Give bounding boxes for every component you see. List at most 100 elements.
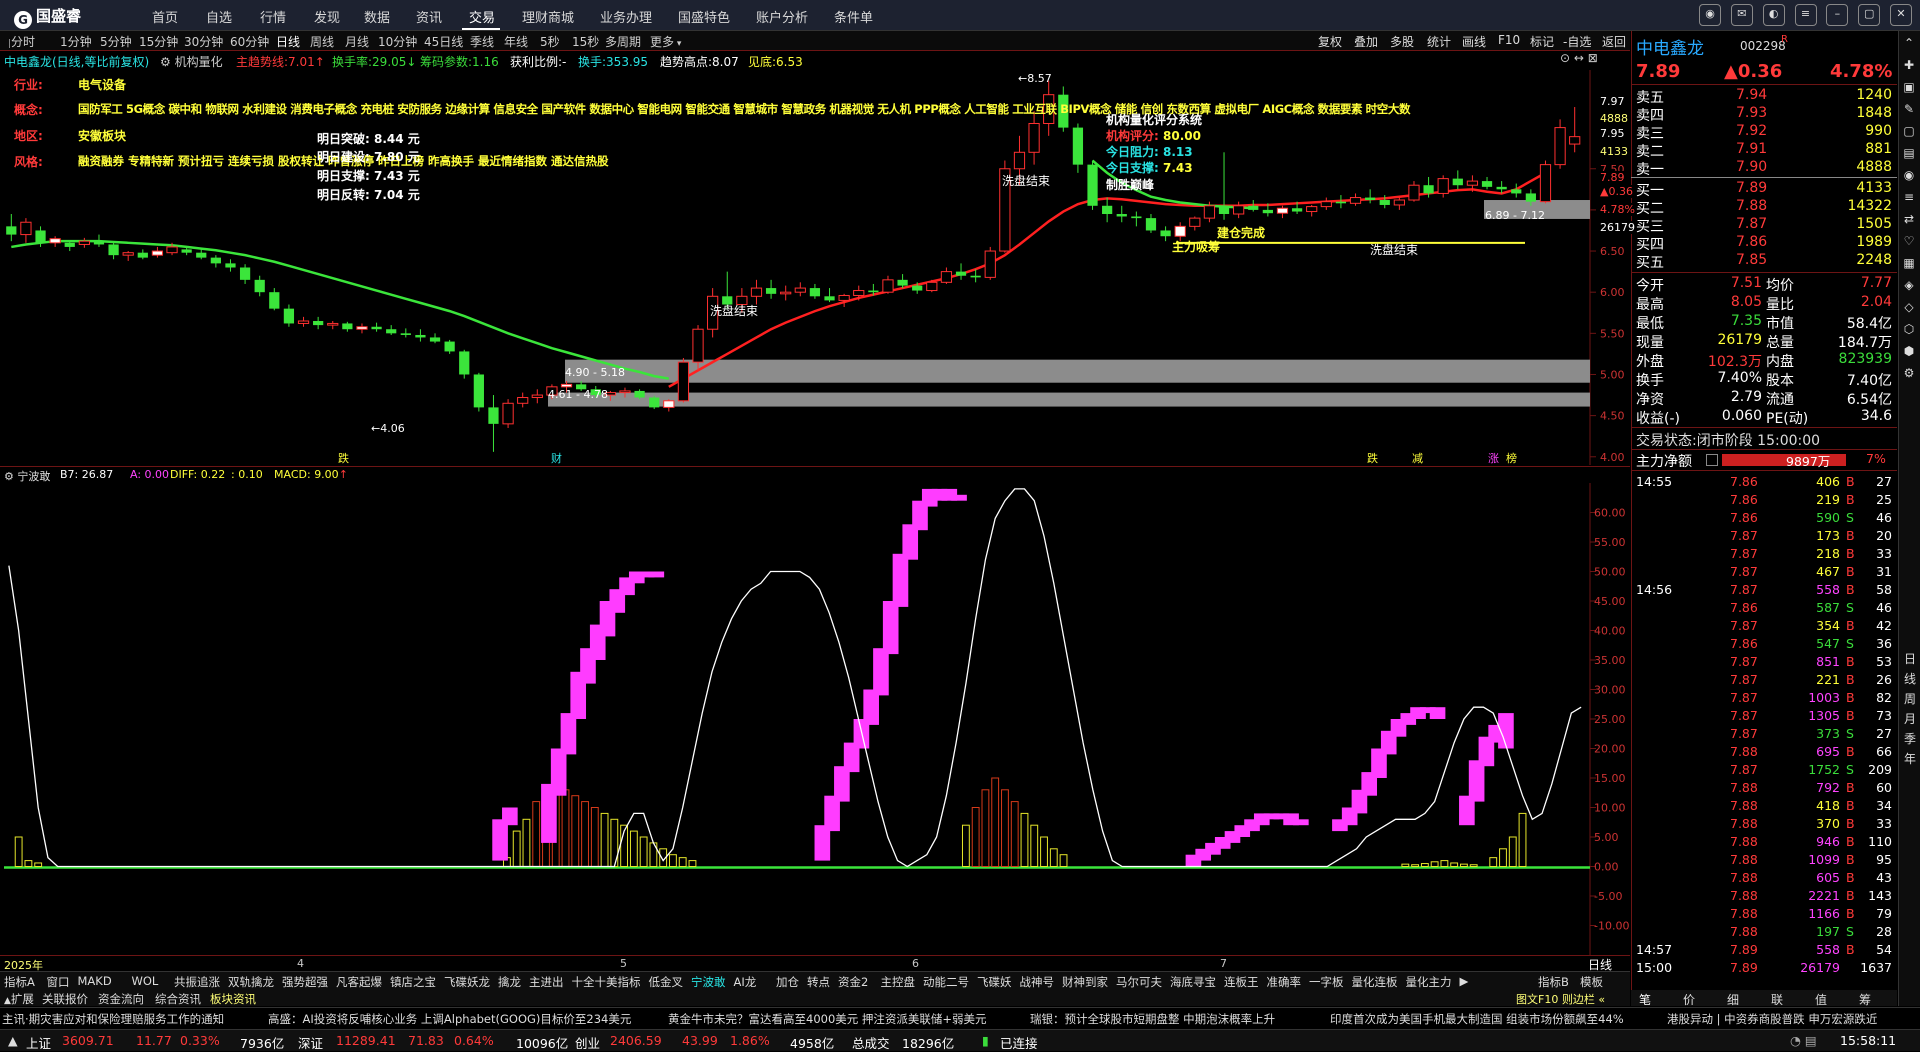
tool-back[interactable]: 返回 — [1602, 33, 1626, 50]
tool-f10[interactable]: F10 — [1498, 33, 1520, 47]
period-30min[interactable]: 30分钟 — [184, 33, 223, 50]
indicator-tab[interactable]: 主进出 — [529, 974, 564, 990]
period-1min[interactable]: 1分钟 — [60, 33, 92, 50]
indicator-tab[interactable]: 准确率 — [1267, 974, 1302, 990]
flow-toggle-icon[interactable] — [1706, 454, 1718, 466]
menu-icon[interactable]: ≡ — [1794, 4, 1817, 26]
indicator-tab[interactable]: 主控盘 — [881, 974, 916, 990]
tool-remove-watch[interactable]: -自选 — [1563, 33, 1591, 50]
app-logo[interactable]: G 国盛睿 — [14, 5, 81, 29]
indicator-tab[interactable]: WOL — [132, 974, 159, 988]
connection-status[interactable]: 已连接 — [1000, 1033, 1038, 1052]
nav-home[interactable]: 首页 — [152, 7, 178, 26]
side-tool-icon[interactable]: ◈ — [1902, 278, 1916, 292]
indicator-tab[interactable]: 窗口 — [47, 974, 70, 990]
ask-row[interactable]: 卖一 7.90 4888 — [1636, 159, 1896, 178]
side-tool-icon[interactable]: ⬢ — [1902, 344, 1916, 358]
quote-tab[interactable]: 值 — [1815, 991, 1827, 1008]
period-multi[interactable]: 多周期 — [605, 33, 641, 50]
close-icon[interactable]: ✕ — [1890, 4, 1912, 26]
news-item[interactable]: 主讯·期灾害应对和保险理赔服务工作的通知 — [2, 1011, 224, 1027]
period-5min[interactable]: 5分钟 — [100, 33, 132, 50]
f10-toggle[interactable]: 图文F10 则边栏 « — [1516, 991, 1605, 1007]
nav-business[interactable]: 业务办理 — [600, 7, 652, 26]
ask-row[interactable]: 卖四 7.93 1848 — [1636, 105, 1896, 124]
side-tool-icon[interactable]: ⚙ — [1902, 366, 1916, 380]
nav-conditional-order[interactable]: 条件单 — [834, 7, 873, 26]
indicator-tab[interactable]: 十全十美指标 — [572, 974, 641, 990]
nav-account-analysis[interactable]: 账户分析 — [756, 7, 808, 26]
period-45day[interactable]: 45日线 — [424, 33, 463, 50]
ask-row[interactable]: 卖五 7.94 1240 — [1636, 87, 1896, 106]
indicator-tab[interactable]: 飞碟妖 — [977, 974, 1012, 990]
nav-news[interactable]: 资讯 — [416, 7, 442, 26]
news-item[interactable]: 港股异动 | 中资券商股普跌 申万宏源跌近 — [1667, 1011, 1877, 1027]
indicator-tab[interactable]: MAKD — [78, 974, 112, 988]
news-item[interactable]: 印度首次成为美国手机最大制造国 组装市场份额飙至44% — [1330, 1011, 1624, 1027]
bid-row[interactable]: 买一 7.89 4133 — [1636, 180, 1896, 199]
indicator-tab[interactable]: 擒龙 — [498, 974, 521, 990]
side-tool-icon[interactable]: ✚ — [1902, 58, 1916, 72]
quote-tab[interactable]: 细 — [1727, 991, 1739, 1008]
period-10min[interactable]: 10分钟 — [378, 33, 417, 50]
quote-tab[interactable]: 笔 — [1639, 991, 1651, 1008]
indicator-tab[interactable]: 镇店之宝 — [390, 974, 436, 990]
side-tool-icon[interactable]: ▣ — [1902, 80, 1916, 94]
side-tool-icon[interactable]: ⌃ — [1902, 36, 1916, 50]
nav-data[interactable]: 数据 — [364, 7, 390, 26]
nav-features[interactable]: 国盛特色 — [678, 7, 730, 26]
quote-tab[interactable]: 价 — [1683, 991, 1695, 1008]
bid-row[interactable]: 买四 7.86 1989 — [1636, 234, 1896, 253]
tab-sector-news[interactable]: 板块资讯 — [210, 991, 256, 1007]
tab-related-quotes[interactable]: 关联报价 — [42, 991, 88, 1007]
side-period-label[interactable]: 年 — [1903, 750, 1917, 767]
nav-quotes[interactable]: 行情 — [260, 7, 286, 26]
indicator-settings[interactable]: ⚙ 宁波敢 — [4, 468, 50, 484]
period-weekly[interactable]: 周线 — [310, 33, 334, 50]
indicator-tab[interactable]: 财神到家 — [1062, 974, 1108, 990]
indicator-tab[interactable]: AI龙 — [734, 974, 757, 990]
message-icon[interactable]: ◉ — [1699, 4, 1722, 26]
bid-row[interactable]: 买三 7.87 1505 — [1636, 216, 1896, 235]
side-period-label[interactable]: 日 — [1903, 650, 1917, 667]
period-15min[interactable]: 15分钟 — [139, 33, 178, 50]
indicator-tab[interactable]: 低金叉 — [649, 974, 684, 990]
nav-discover[interactable]: 发现 — [314, 7, 340, 26]
nav-wealth-mall[interactable]: 理财商城 — [522, 7, 574, 26]
side-tool-icon[interactable]: ≡ — [1902, 190, 1916, 204]
side-period-label[interactable]: 线 — [1903, 670, 1917, 687]
indicator-tab[interactable]: 量化连板 — [1352, 974, 1398, 990]
period-5sec[interactable]: 5秒 — [540, 33, 560, 50]
indicator-tab[interactable]: ▶ — [1460, 974, 1469, 988]
period-60min[interactable]: 60分钟 — [230, 33, 269, 50]
period-intraday[interactable]: |分时 — [8, 33, 35, 50]
news-item[interactable]: 瑞银：预计全球股市短期盘整 中期泡沫概率上升 — [1030, 1011, 1275, 1027]
side-period-label[interactable]: 月 — [1903, 710, 1917, 727]
side-tool-icon[interactable]: ▤ — [1902, 146, 1916, 160]
indicator-tab[interactable]: 战神号 — [1020, 974, 1055, 990]
side-tool-icon[interactable]: ✎ — [1902, 102, 1916, 116]
tab-comprehensive-news[interactable]: 综合资讯 — [155, 991, 201, 1007]
quote-tab[interactable]: 筹 — [1859, 991, 1871, 1008]
side-tool-icon[interactable]: ⇄ — [1902, 212, 1916, 226]
notify-icon[interactable]: ◔ ▤ — [1790, 1033, 1817, 1048]
indicator-tab[interactable]: 加仓 — [776, 974, 799, 990]
quote-tab[interactable]: 联 — [1771, 991, 1783, 1008]
indicator-tab[interactable]: 指标A — [4, 974, 35, 990]
nav-trade[interactable]: 交易 — [469, 7, 495, 26]
indicator-tab[interactable]: 指标B — [1538, 974, 1569, 990]
ask-row[interactable]: 卖二 7.91 881 — [1636, 141, 1896, 160]
tab-extend[interactable]: ▲扩展 — [4, 991, 34, 1007]
period-year[interactable]: 年线 — [504, 33, 528, 50]
bid-row[interactable]: 买二 7.88 14322 — [1636, 198, 1896, 217]
indicator-tab[interactable]: 宁波敢 — [691, 974, 726, 990]
nav-watchlist[interactable]: 自选 — [206, 7, 232, 26]
mail-icon[interactable]: ✉ — [1730, 4, 1753, 26]
news-item[interactable]: 黄金牛市未完？富达看高至4000美元 押注资派美联储+弱美元 — [668, 1011, 987, 1027]
indicator-tab[interactable]: 马尔可夫 — [1116, 974, 1162, 990]
period-15sec[interactable]: 15秒 — [572, 33, 599, 50]
side-period-label[interactable]: 季 — [1903, 730, 1917, 747]
tab-fund-flow[interactable]: 资金流向 — [98, 991, 144, 1007]
indicator-tab[interactable]: 共振追涨 — [174, 974, 220, 990]
indicator-tab[interactable]: 资金2 — [838, 974, 868, 990]
